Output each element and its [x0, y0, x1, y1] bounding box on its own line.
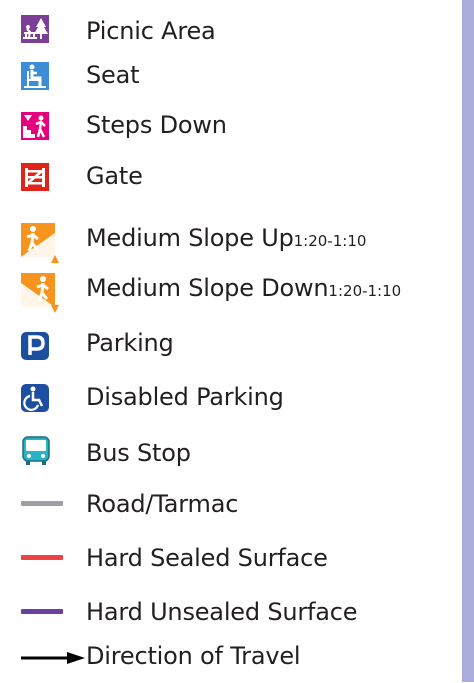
legend-label: Hard Unsealed Surface: [86, 598, 358, 626]
seat-icon: [21, 62, 49, 90]
legend-label: Direction of Travel: [86, 642, 301, 670]
legend-item-bus-stop: Bus Stop: [0, 426, 462, 472]
sealed-line-swatch: [21, 555, 63, 560]
legend-label: Road/Tarmac: [86, 490, 239, 518]
legend-label: Seat: [86, 61, 140, 89]
legend-item-disabled-parking: Disabled Parking: [0, 374, 462, 420]
disabled-parking-icon: [21, 384, 49, 412]
unsealed-line-swatch: [21, 609, 63, 614]
bus-stop-icon: [21, 436, 51, 466]
slope-ratio: 1:20-1:10: [293, 232, 367, 250]
legend-item-steps-down: Steps Down: [0, 106, 462, 152]
legend-label: Gate: [86, 162, 143, 190]
legend-label: Picnic Area: [86, 17, 216, 45]
arrow-right-icon: [21, 651, 85, 665]
gate-icon: [21, 163, 49, 191]
legend-item-direction-of-travel: Direction of Travel: [0, 637, 462, 683]
legend-item-picnic-area: Picnic Area: [0, 6, 462, 52]
steps-down-icon: [21, 112, 49, 140]
legend-item-hard-sealed-surface: Hard Sealed Surface: [0, 535, 462, 581]
legend-item-gate: Gate: [0, 157, 462, 203]
legend-item-medium-slope-down: Medium Slope Down1:20-1:10: [0, 265, 462, 313]
legend-item-medium-slope-up: Medium Slope Up1:20-1:10: [0, 215, 462, 263]
legend-label: Parking: [86, 329, 174, 357]
legend-item-hard-unsealed-surface: Hard Unsealed Surface: [0, 589, 462, 635]
legend-label: Hard Sealed Surface: [86, 544, 328, 572]
slope-down-icon: [21, 273, 67, 317]
slope-up-icon: [21, 223, 67, 267]
legend-label: Disabled Parking: [86, 383, 284, 411]
legend-label-text: Medium Slope Down: [86, 274, 329, 302]
legend-label-text: Medium Slope Up: [86, 224, 294, 252]
slope-ratio: 1:20-1:10: [328, 282, 402, 300]
road-line-swatch: [21, 501, 63, 506]
map-legend: Picnic Area Seat Steps Down Gate Medium …: [0, 0, 462, 682]
legend-item-road-tarmac: Road/Tarmac: [0, 481, 462, 527]
side-bar: [462, 0, 474, 682]
legend-label: Steps Down: [86, 111, 227, 139]
legend-label: Medium Slope Down1:20-1:10: [86, 273, 401, 306]
legend-item-parking: Parking: [0, 322, 462, 368]
parking-icon: [21, 332, 49, 360]
legend-item-seat: Seat: [0, 56, 462, 102]
legend-label: Medium Slope Up1:20-1:10: [86, 223, 366, 256]
legend-label: Bus Stop: [86, 439, 191, 467]
picnic-area-icon: [21, 15, 49, 43]
